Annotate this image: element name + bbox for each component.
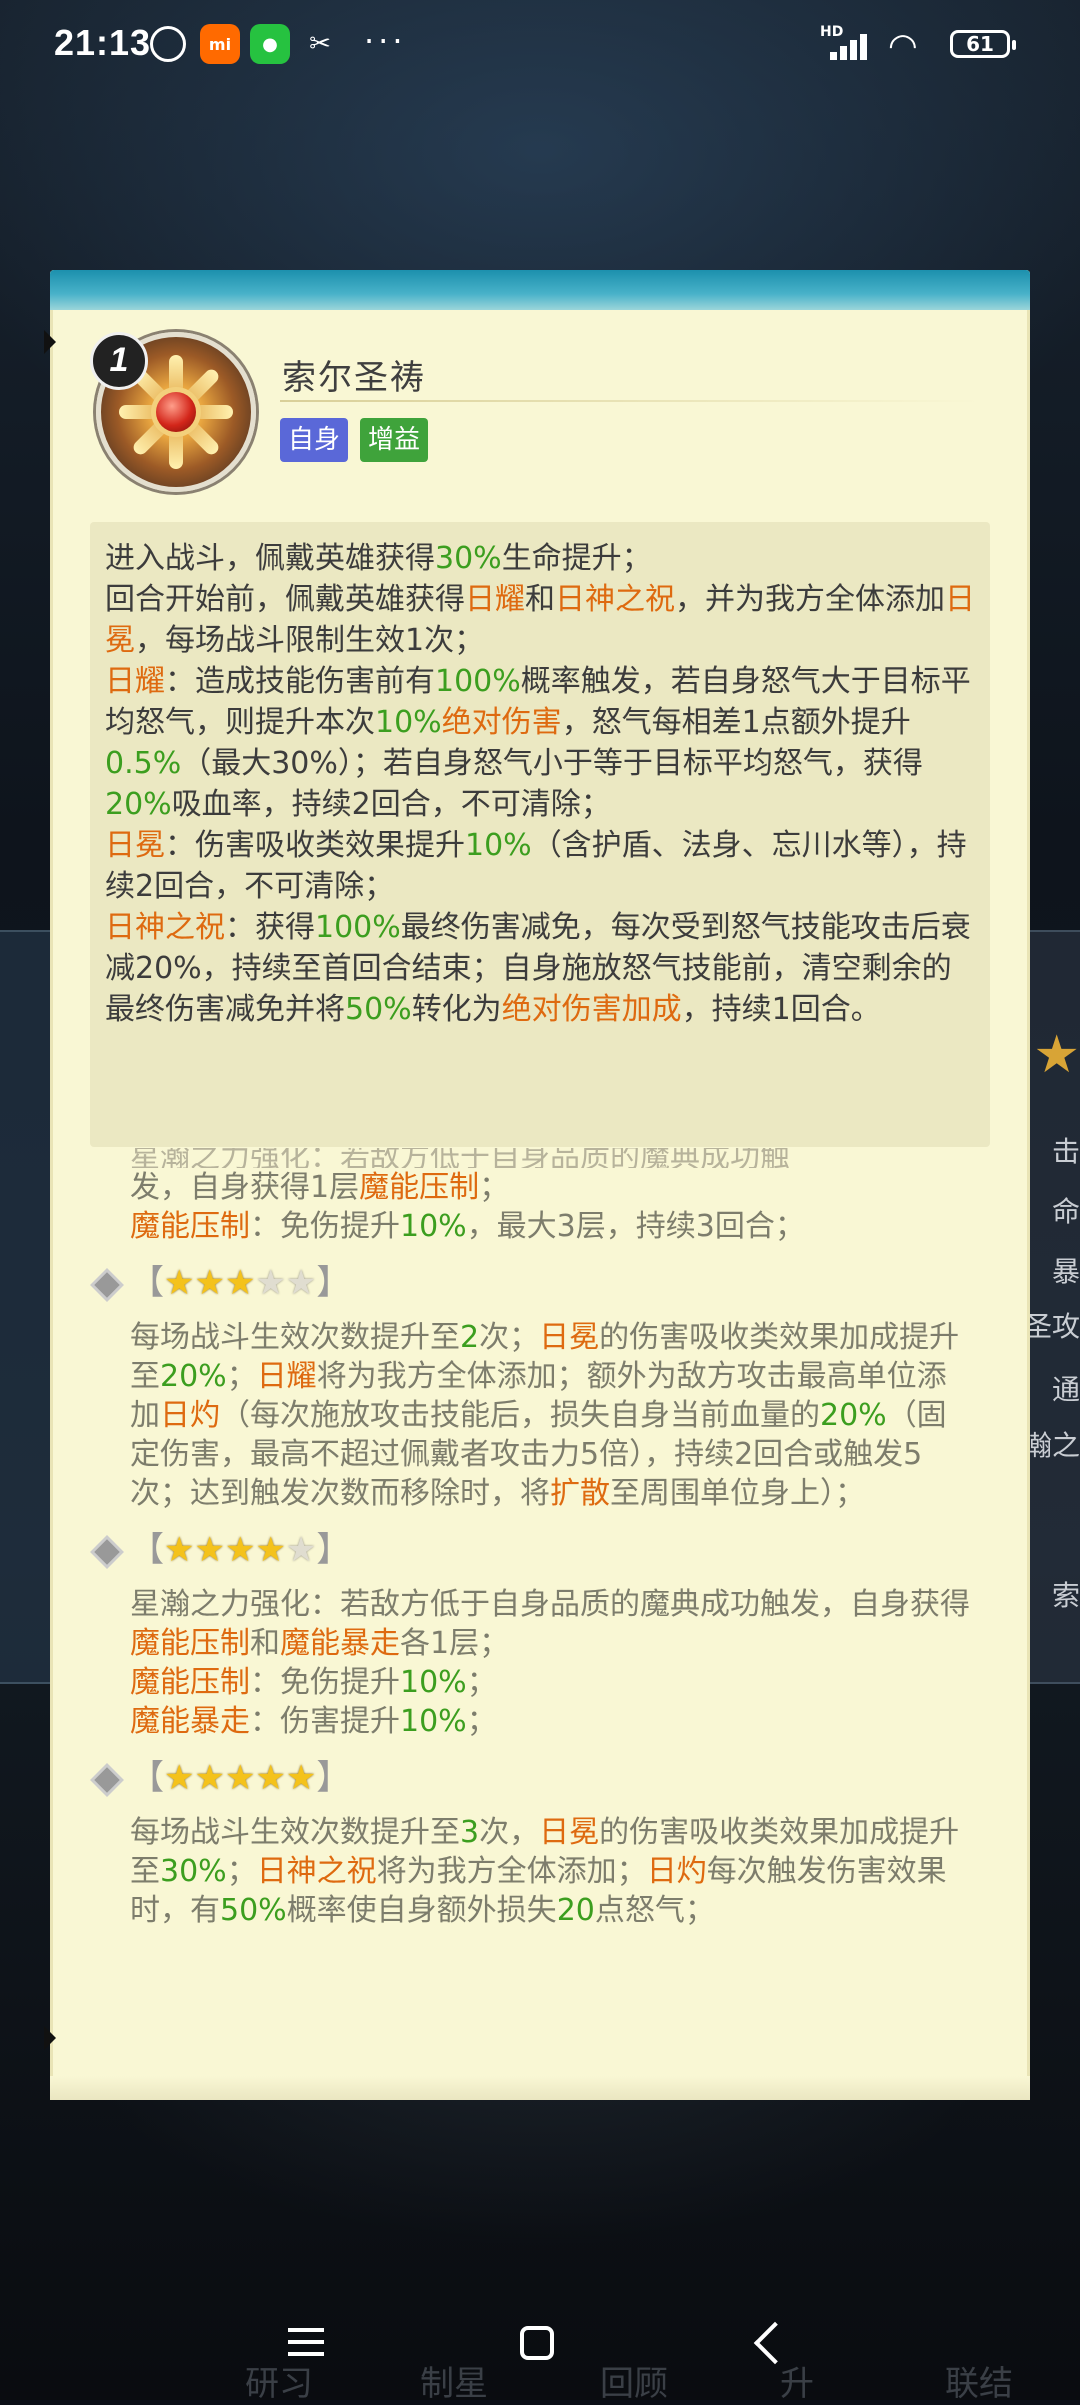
tier-text: 发，自身获得1层魔能压制；: [130, 1170, 510, 1205]
tier-3-header: 【★★★★★】: [94, 1260, 970, 1318]
status-bar: 21:13 mi ● ✂ ··· HD ◠ 61: [0, 0, 1080, 92]
capcut-icon: ✂: [309, 29, 331, 59]
tier-5-header: 【★★★★★】: [94, 1755, 970, 1813]
tier-5-text: 每场战斗生效次数提升至3次，日冕的伤害吸收类效果加成提升至30%；日神之祝将为我…: [130, 1815, 960, 1928]
star-rating-3: 【★★★★★】: [130, 1263, 351, 1303]
star-rating-4: 【★★★★★】: [130, 1530, 351, 1570]
alarm-icon: [150, 26, 186, 62]
desc-paragraph: 进入战斗，佩戴英雄获得30%生命提升；: [105, 541, 652, 576]
desc-paragraph: 日神之祝：获得100%最终伤害减免，每次受到怒气技能攻击后衰减20%，持续至首回…: [105, 910, 971, 1027]
back-icon[interactable]: [753, 2321, 797, 2365]
background-text: 击: [1051, 1135, 1080, 1168]
desc-paragraph: 日冕：伤害吸收类效果提升10%（含护盾、法身、忘川水等），持续2回合，不可清除；: [105, 828, 967, 904]
background-text: 通: [1051, 1373, 1080, 1406]
diamond-bullet-icon: [94, 1539, 120, 1565]
panel-header-bar: [50, 270, 1030, 310]
item-detail-panel: 1 索尔圣祷 自身 增益 进入战斗，佩戴英雄获得30%生命提升； 回合开始前，佩…: [44, 270, 1030, 2100]
star-rating-5: 【★★★★★】: [130, 1758, 351, 1798]
signal-icon: [830, 30, 880, 60]
background-text: 命: [1051, 1195, 1080, 1228]
more-notifications-icon: ···: [364, 22, 407, 60]
tier-4-header: 【★★★★★】: [94, 1527, 970, 1585]
tier-4-text: 魔能暴走：伤害提升10%；: [130, 1704, 497, 1739]
item-title: 索尔圣祷: [282, 358, 426, 398]
diamond-bullet-icon: [94, 1767, 120, 1793]
background-text: 暴: [1051, 1255, 1080, 1288]
battery-icon: 61: [950, 30, 1016, 58]
menu-icon[interactable]: [288, 2340, 324, 2344]
wifi-icon: ◠: [888, 26, 918, 66]
tier-4-text: 星瀚之力强化：若敌方低于自身品质的魔典成功触发，自身获得魔能压制和魔能暴走各1层…: [130, 1587, 970, 1661]
diamond-bullet-icon: [94, 1272, 120, 1298]
mi-app-icon: mi: [200, 24, 240, 64]
tier-4-text: 魔能压制：免伤提升10%；: [130, 1665, 497, 1700]
title-divider: [280, 400, 980, 402]
level-badge: 1: [90, 332, 148, 390]
tier-text: 魔能压制：免伤提升10%，最大3层，持续3回合；: [130, 1209, 805, 1244]
wechat-icon: ●: [250, 24, 290, 64]
background-text: 圣攻: [1024, 1310, 1080, 1343]
desc-paragraph: 回合开始前，佩戴英雄获得日耀和日神之祝，并为我方全体添加日冕，每场战斗限制生效1…: [105, 582, 975, 658]
panel-footer: [50, 2076, 1030, 2100]
desc-paragraph: 日耀：造成技能伤害前有100%概率触发，若自身怒气大于目标平均怒气，则提升本次1…: [105, 664, 971, 822]
panel-notch: [44, 2026, 56, 2050]
star-tier-list: 星瀚之力强化：若敌方低于自身品质的魔典成功触 发，自身获得1层魔能压制； 魔能压…: [94, 1148, 970, 1930]
description-text: 进入战斗，佩戴英雄获得30%生命提升； 回合开始前，佩戴英雄获得日耀和日神之祝，…: [105, 538, 975, 1030]
home-icon[interactable]: [520, 2326, 554, 2360]
system-navigation-bar: [0, 2290, 1080, 2400]
clock: 21:13: [54, 22, 152, 63]
tag-buff: 增益: [360, 418, 429, 462]
partial-line: 星瀚之力强化：若敌方低于自身品质的魔典成功触: [130, 1148, 790, 1168]
tag-self: 自身: [280, 418, 349, 462]
tier-3-text: 每场战斗生效次数提升至2次；日冕的伤害吸收类效果加成提升至20%；日耀将为我方全…: [130, 1320, 960, 1511]
background-text: 索: [1051, 1579, 1080, 1612]
background-text: 瀚之: [1024, 1429, 1080, 1462]
panel-notch: [44, 330, 56, 354]
background-star-icon: ★: [1033, 1025, 1080, 1085]
